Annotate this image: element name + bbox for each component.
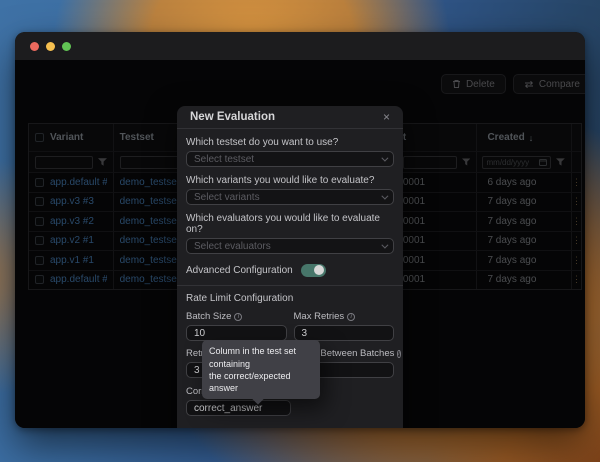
testset-select[interactable]: Select testset [186,151,394,167]
window-titlebar[interactable] [15,32,585,60]
traffic-light-close-icon[interactable] [30,42,39,51]
variants-field-label: Which variants you would like to evaluat… [186,175,394,186]
traffic-light-zoom-icon[interactable] [62,42,71,51]
modal-title: New Evaluation [190,111,275,123]
variants-select[interactable]: Select variants [186,189,394,205]
desktop-wallpaper: Delete Compare Variant Testset [0,0,600,462]
tooltip-line-2: the correct/expected answer [209,370,313,394]
app-window: Delete Compare Variant Testset [15,32,585,428]
testset-field-label: Which testset do you want to use? [186,137,394,148]
advanced-config-label: Advanced Configuration [186,265,293,276]
chevron-down-icon [381,241,388,248]
correct-answer-input[interactable]: correct_answer [186,400,291,416]
new-evaluation-modal: New Evaluation × Which testset do you wa… [177,106,403,428]
close-icon[interactable]: × [383,111,390,123]
info-icon[interactable]: i [347,313,355,321]
correct-answer-tooltip: Column in the test set containing the co… [202,340,320,399]
info-icon[interactable]: i [234,313,242,321]
toggle-knob [314,265,324,275]
testset-select-placeholder: Select testset [194,154,254,165]
batch-size-input[interactable]: 10 [186,325,287,341]
chevron-down-icon [381,154,388,161]
app-content: Delete Compare Variant Testset [15,60,585,428]
traffic-light-minimize-icon[interactable] [46,42,55,51]
correct-answer-value: correct_answer [194,403,262,414]
chevron-down-icon [381,192,388,199]
divider [177,285,403,286]
evaluators-select[interactable]: Select evaluators [186,238,394,254]
max-retries-value: 3 [302,328,308,339]
tooltip-line-1: Column in the test set containing [209,345,313,369]
evaluators-field-label: Which evaluators you would like to evalu… [186,213,394,235]
batch-size-label: Batch Size [186,311,231,322]
advanced-config-toggle[interactable] [301,264,326,277]
max-retries-input[interactable]: 3 [294,325,395,341]
batch-size-value: 10 [194,328,205,339]
max-retries-label: Max Retries [294,311,345,322]
variants-select-placeholder: Select variants [194,192,260,203]
retry-delay-value: 3 [194,365,200,376]
info-icon[interactable]: i [397,350,400,358]
evaluators-select-placeholder: Select evaluators [194,241,271,252]
rate-limit-section-title: Rate Limit Configuration [186,293,394,304]
